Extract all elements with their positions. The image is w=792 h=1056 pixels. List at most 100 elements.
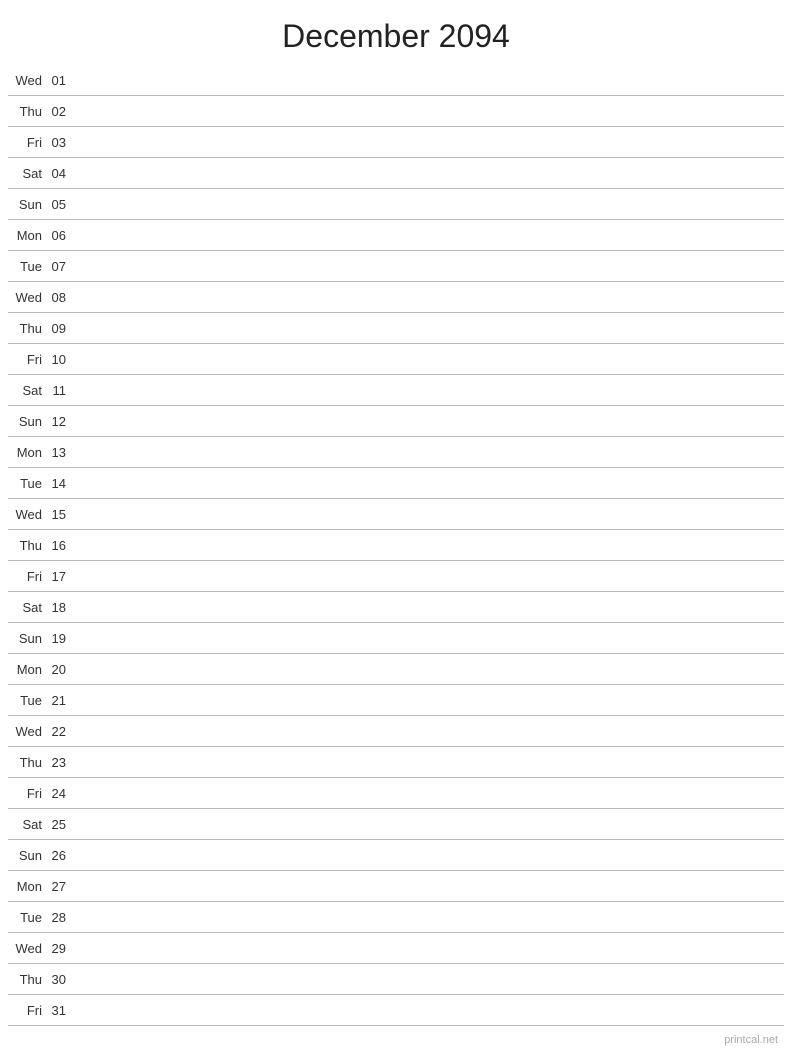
day-name: Mon	[8, 879, 46, 894]
day-row: Thu09	[8, 313, 784, 344]
day-row: Thu30	[8, 964, 784, 995]
day-row: Wed08	[8, 282, 784, 313]
day-name: Tue	[8, 910, 46, 925]
day-row: Sat11	[8, 375, 784, 406]
day-name: Thu	[8, 321, 46, 336]
day-line	[74, 700, 784, 701]
day-row: Mon27	[8, 871, 784, 902]
day-row: Wed22	[8, 716, 784, 747]
day-number: 20	[46, 662, 74, 677]
day-name: Sun	[8, 848, 46, 863]
day-row: Thu02	[8, 96, 784, 127]
day-row: Tue21	[8, 685, 784, 716]
day-name: Sat	[8, 817, 46, 832]
day-row: Sat18	[8, 592, 784, 623]
day-number: 10	[46, 352, 74, 367]
day-number: 02	[46, 104, 74, 119]
day-row: Sun19	[8, 623, 784, 654]
day-name: Fri	[8, 1003, 46, 1018]
day-number: 21	[46, 693, 74, 708]
day-row: Thu23	[8, 747, 784, 778]
day-number: 08	[46, 290, 74, 305]
day-line	[74, 917, 784, 918]
day-line	[74, 762, 784, 763]
day-line	[74, 514, 784, 515]
day-name: Thu	[8, 104, 46, 119]
day-number: 28	[46, 910, 74, 925]
day-line	[74, 793, 784, 794]
day-row: Fri03	[8, 127, 784, 158]
day-row: Mon13	[8, 437, 784, 468]
day-row: Wed01	[8, 65, 784, 96]
day-number: 04	[46, 166, 74, 181]
day-number: 09	[46, 321, 74, 336]
day-line	[74, 576, 784, 577]
day-line	[74, 173, 784, 174]
day-name: Mon	[8, 445, 46, 460]
day-number: 03	[46, 135, 74, 150]
day-row: Fri10	[8, 344, 784, 375]
day-row: Fri31	[8, 995, 784, 1026]
day-line	[74, 266, 784, 267]
day-line	[74, 545, 784, 546]
day-line	[74, 390, 784, 391]
day-number: 27	[46, 879, 74, 894]
day-number: 29	[46, 941, 74, 956]
day-row: Tue07	[8, 251, 784, 282]
day-name: Sat	[8, 383, 46, 398]
day-line	[74, 948, 784, 949]
day-number: 13	[46, 445, 74, 460]
day-line	[74, 638, 784, 639]
day-line	[74, 142, 784, 143]
day-row: Mon20	[8, 654, 784, 685]
day-line	[74, 80, 784, 81]
day-number: 15	[46, 507, 74, 522]
day-name: Thu	[8, 755, 46, 770]
day-line	[74, 111, 784, 112]
day-number: 26	[46, 848, 74, 863]
day-row: Sat25	[8, 809, 784, 840]
day-row: Wed15	[8, 499, 784, 530]
day-name: Tue	[8, 259, 46, 274]
day-row: Sat04	[8, 158, 784, 189]
day-line	[74, 607, 784, 608]
day-name: Sat	[8, 600, 46, 615]
day-name: Fri	[8, 352, 46, 367]
day-row: Fri24	[8, 778, 784, 809]
day-line	[74, 359, 784, 360]
day-line	[74, 483, 784, 484]
footer-label: printcal.net	[724, 1034, 778, 1046]
day-number: 11	[46, 383, 74, 398]
day-line	[74, 204, 784, 205]
day-row: Tue28	[8, 902, 784, 933]
day-name: Wed	[8, 290, 46, 305]
day-line	[74, 452, 784, 453]
day-line	[74, 1010, 784, 1011]
day-line	[74, 979, 784, 980]
day-number: 18	[46, 600, 74, 615]
day-line	[74, 824, 784, 825]
day-name: Fri	[8, 135, 46, 150]
day-number: 30	[46, 972, 74, 987]
day-line	[74, 886, 784, 887]
day-number: 14	[46, 476, 74, 491]
day-number: 31	[46, 1003, 74, 1018]
day-line	[74, 669, 784, 670]
day-line	[74, 235, 784, 236]
day-line	[74, 731, 784, 732]
day-row: Tue14	[8, 468, 784, 499]
day-line	[74, 328, 784, 329]
day-line	[74, 855, 784, 856]
day-row: Sun26	[8, 840, 784, 871]
day-name: Sat	[8, 166, 46, 181]
day-number: 23	[46, 755, 74, 770]
day-name: Wed	[8, 507, 46, 522]
day-name: Tue	[8, 476, 46, 491]
day-name: Mon	[8, 662, 46, 677]
day-name: Wed	[8, 73, 46, 88]
day-line	[74, 421, 784, 422]
day-name: Fri	[8, 569, 46, 584]
day-row: Wed29	[8, 933, 784, 964]
day-number: 16	[46, 538, 74, 553]
day-name: Thu	[8, 972, 46, 987]
